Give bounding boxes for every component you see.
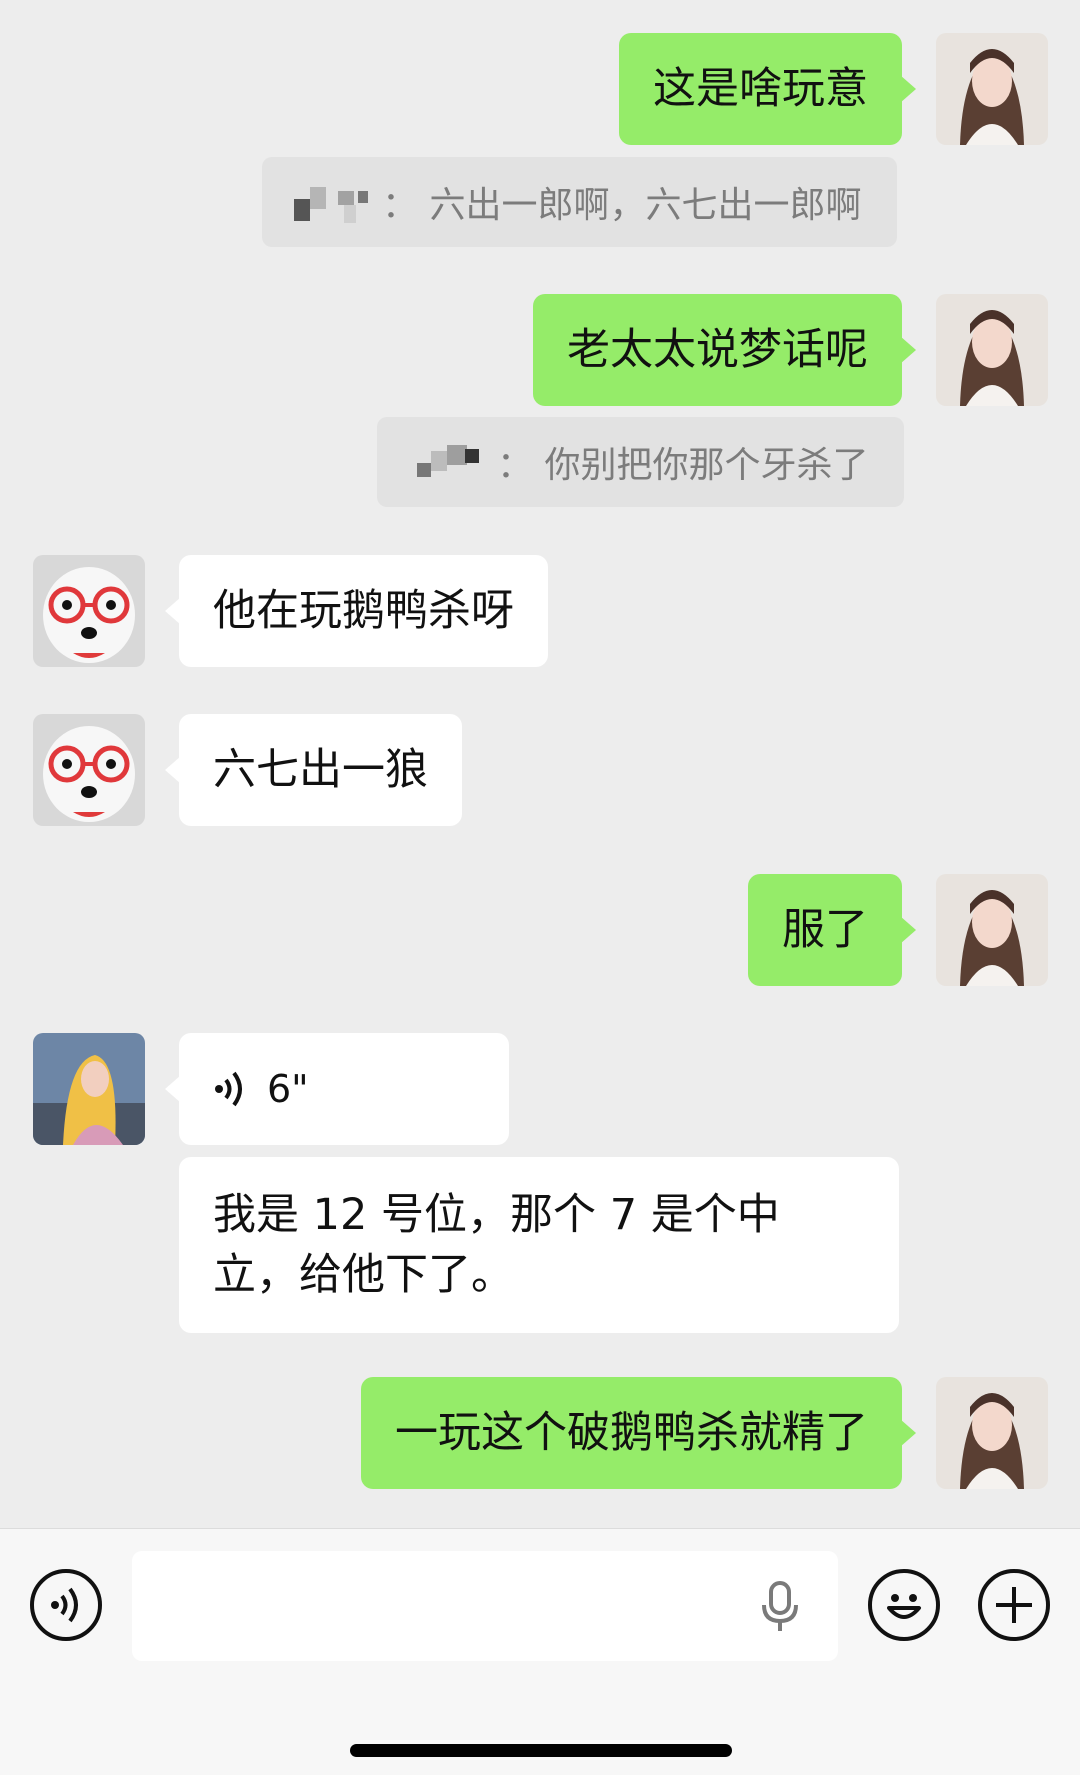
message-bubble-received[interactable]: 他在玩鹅鸭杀呀 (165, 555, 548, 667)
emoji-button[interactable] (868, 1569, 940, 1641)
chat-input-toolbar (0, 1528, 1080, 1775)
emoji-icon (887, 1594, 921, 1619)
avatar-self[interactable] (936, 1377, 1048, 1489)
more-options-button[interactable] (978, 1569, 1050, 1641)
voice-wave-icon (215, 1071, 242, 1107)
blurred-name-mosaic (407, 439, 491, 485)
plus-icon (996, 1587, 1032, 1623)
quoted-message[interactable]: ： 你别把你那个牙杀了 (377, 417, 905, 507)
blurred-name-mosaic (292, 179, 376, 225)
message-text: 老太太说梦话呢 (567, 325, 868, 375)
avatar-self[interactable] (936, 294, 1048, 406)
message-text: 六七出一狼 (213, 745, 428, 795)
avatar-self[interactable] (936, 874, 1048, 986)
voice-message-bubble[interactable]: 6" (165, 1033, 509, 1145)
voice-wave-icon (51, 1587, 78, 1623)
quoted-text: ： 你别把你那个牙杀了 (497, 445, 869, 486)
message-bubble-sent[interactable]: 老太太说梦话呢 (533, 294, 916, 406)
voice-duration: 6" (267, 1067, 309, 1111)
message-bubble-sent[interactable]: 一玩这个破鹅鸭杀就精了 (361, 1377, 916, 1489)
message-text: 我是 12 号位，那个 7 是个中立，给他下了。 (213, 1190, 780, 1300)
quoted-text: ： 六出一郎啊，六七出一郎啊 (382, 185, 862, 226)
microphone-icon[interactable] (760, 1581, 800, 1633)
chat-message-list[interactable]: 这是啥玩意 ： 六出一郎啊，六七出一郎啊 老太太说梦话呢 ： 你别把你那个牙杀了 (0, 0, 1080, 1528)
quoted-message[interactable]: ： 六出一郎啊，六七出一郎啊 (262, 157, 898, 247)
message-bubble-sent[interactable]: 这是啥玩意 (619, 33, 916, 145)
message-text: 他在玩鹅鸭杀呀 (213, 586, 514, 636)
voice-toggle-button[interactable] (30, 1569, 102, 1641)
message-text: 服了 (782, 905, 868, 955)
message-bubble-received[interactable]: 我是 12 号位，那个 7 是个中立，给他下了。 (179, 1157, 899, 1333)
avatar-dog[interactable] (33, 714, 145, 826)
message-text: 一玩这个破鹅鸭杀就精了 (395, 1408, 868, 1458)
avatar-self[interactable] (936, 33, 1048, 145)
home-indicator[interactable] (350, 1744, 732, 1757)
message-input[interactable] (132, 1551, 838, 1661)
message-text: 这是啥玩意 (653, 64, 868, 114)
avatar-girl[interactable] (33, 1033, 145, 1145)
avatar-dog[interactable] (33, 555, 145, 667)
message-bubble-sent[interactable]: 服了 (748, 874, 916, 986)
message-bubble-received[interactable]: 六七出一狼 (165, 714, 462, 826)
